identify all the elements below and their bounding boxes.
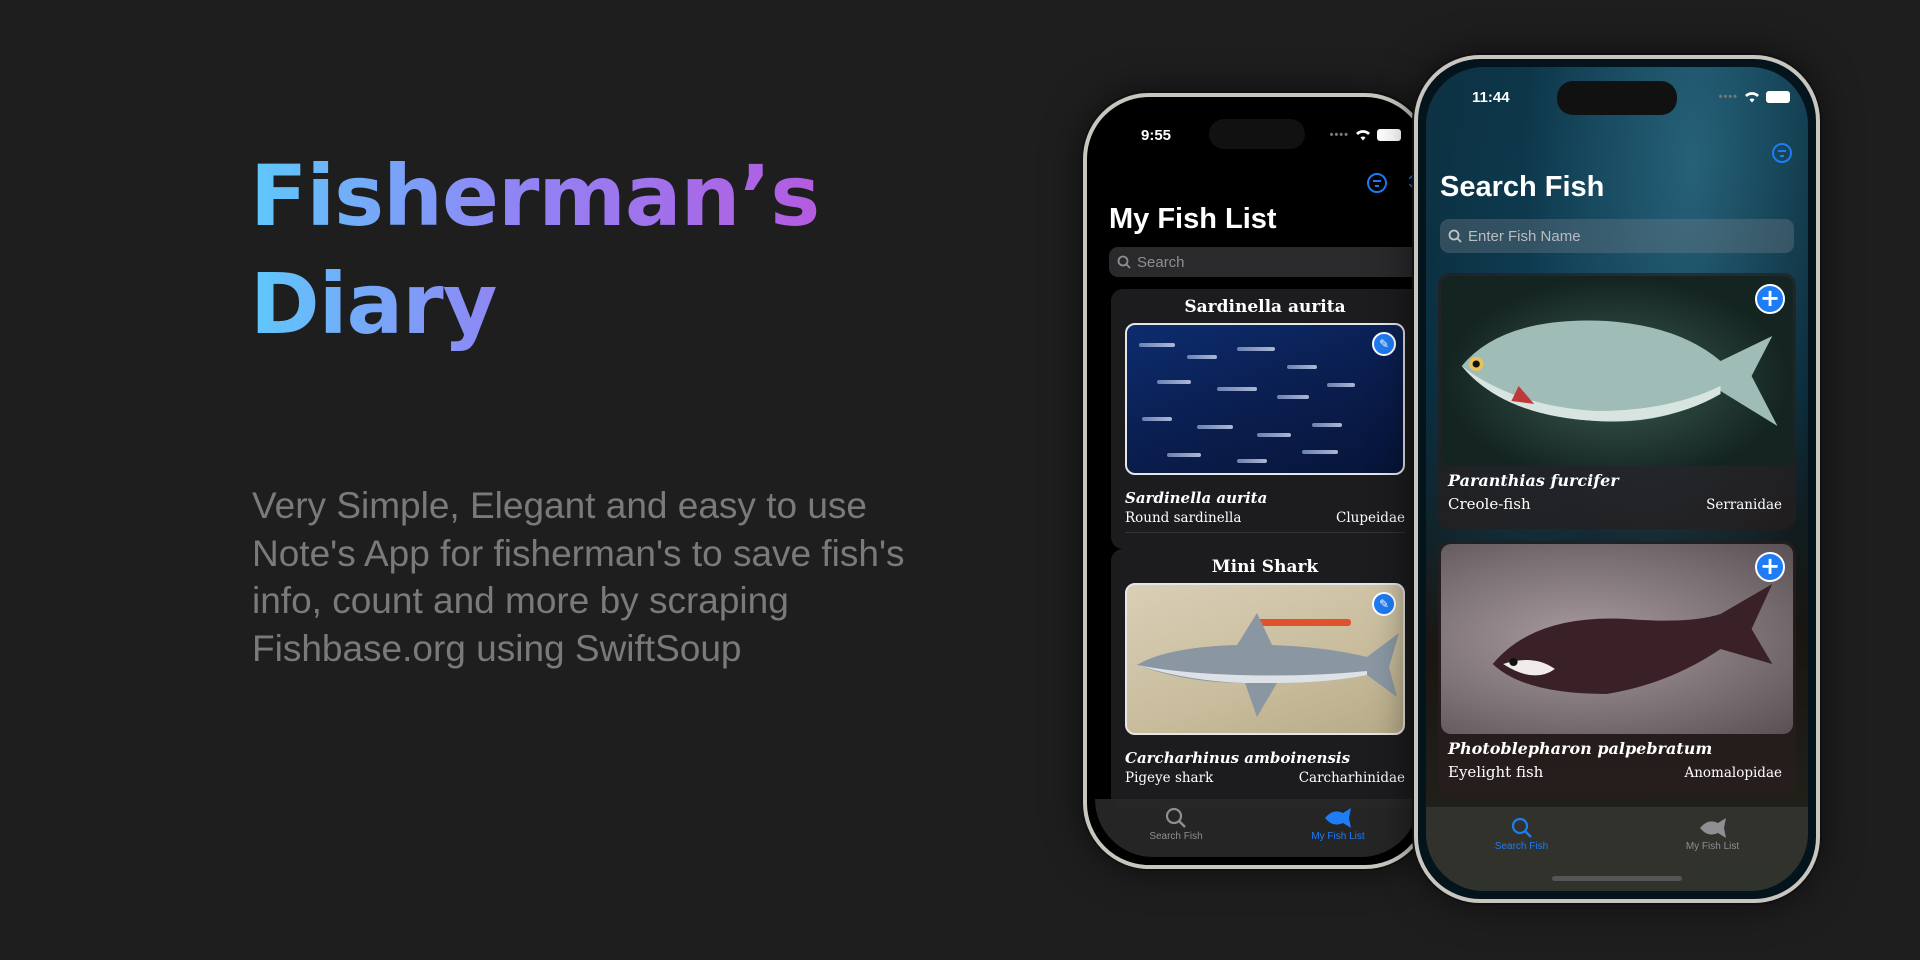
page-title: My Fish List xyxy=(1109,203,1277,235)
scientific-name: Photoblepharon palpebratum xyxy=(1448,739,1713,758)
search-icon xyxy=(1448,229,1462,243)
status-time: 11:44 xyxy=(1472,89,1510,106)
signal-icon: •••• xyxy=(1329,129,1349,141)
nav-actions: ↕ xyxy=(1367,173,1419,193)
search-placeholder: Search xyxy=(1137,253,1185,271)
tab-label: Search Fish xyxy=(1149,831,1203,842)
search-field[interactable]: Search xyxy=(1109,247,1419,277)
family-name: Clupeidae xyxy=(1336,510,1405,526)
magnifier-icon xyxy=(1165,807,1186,828)
tab-bar: Search Fish My Fish List xyxy=(1426,807,1808,891)
status-bar: 11:44 •••• xyxy=(1426,87,1808,111)
filter-icon[interactable] xyxy=(1367,173,1387,193)
card-header: Mini Shark xyxy=(1211,557,1319,577)
list-item[interactable]: Sardinella aurita ✎ Sardinella aurita Ro… xyxy=(1111,289,1419,549)
family-name: Carcharhinidae xyxy=(1298,770,1405,786)
search-result-card[interactable]: + Photoblepharon palpebratum Eyelight fi… xyxy=(1438,541,1796,797)
search-placeholder: Enter Fish Name xyxy=(1468,227,1581,245)
search-icon xyxy=(1117,255,1131,269)
status-bar: 9:55 •••• xyxy=(1095,125,1419,149)
wifi-icon xyxy=(1745,92,1759,103)
status-time: 9:55 xyxy=(1141,127,1172,144)
fish-photo[interactable]: ✎ xyxy=(1125,323,1405,475)
common-name: Creole-fish xyxy=(1448,495,1531,513)
page-title: Search Fish xyxy=(1440,171,1605,203)
scientific-name: Sardinella aurita xyxy=(1125,489,1268,507)
edit-icon[interactable]: ✎ xyxy=(1372,592,1396,616)
hero-title-line1: Fisherman’s xyxy=(250,142,820,250)
fish-photo: + xyxy=(1441,276,1793,466)
scientific-name: Paranthias furcifer xyxy=(1448,471,1619,490)
family-name: Serranidae xyxy=(1706,497,1782,513)
eyelight-fish-image xyxy=(1492,584,1773,694)
search-field[interactable]: Enter Fish Name xyxy=(1440,219,1794,253)
tab-bar: Search Fish My Fish List xyxy=(1095,799,1419,857)
nav-actions xyxy=(1772,143,1792,163)
hero-title-line2: Diary xyxy=(250,250,497,358)
creole-fish-image xyxy=(1461,320,1778,426)
add-icon[interactable]: + xyxy=(1755,552,1785,582)
tab-label: My Fish List xyxy=(1685,841,1740,852)
signal-icon: •••• xyxy=(1718,91,1738,103)
status-icons: •••• xyxy=(1719,91,1790,103)
home-indicator xyxy=(1552,876,1682,881)
common-name: Round sardinella xyxy=(1125,510,1242,526)
search-result-card[interactable]: + Paranthias furcifer Creole-fish Serran… xyxy=(1438,273,1796,529)
tab-label: My Fish List xyxy=(1311,831,1365,842)
fish-icon xyxy=(1699,818,1726,838)
phone-screen: 9:55 •••• ↕ My Fish List Search Sardinel… xyxy=(1095,105,1419,857)
scientific-name: Carcharhinus amboinensis xyxy=(1125,749,1351,767)
phone-search-fish: 11:44 •••• Search Fish Enter Fish Name +… xyxy=(1414,55,1820,903)
fish-meta-row: Round sardinella Clupeidae xyxy=(1125,510,1405,533)
add-icon[interactable]: + xyxy=(1755,284,1785,314)
hero-title: Fisherman’s Diary xyxy=(250,142,820,358)
fish-icon xyxy=(1325,808,1351,828)
fish-photo[interactable]: ✎ xyxy=(1125,583,1405,735)
tab-search-fish[interactable]: Search Fish xyxy=(1095,799,1257,857)
battery-icon xyxy=(1377,129,1401,141)
list-item[interactable]: Mini Shark ✎ Carcharhinus amboinensis Pi… xyxy=(1111,549,1419,809)
common-name: Eyelight fish xyxy=(1448,763,1544,781)
wifi-icon xyxy=(1356,130,1370,141)
magnifier-icon xyxy=(1511,817,1532,838)
fish-meta-row: Pigeye shark Carcharhinidae xyxy=(1125,770,1405,792)
tab-label: Search Fish xyxy=(1494,841,1549,852)
edit-icon[interactable]: ✎ xyxy=(1372,332,1396,356)
hero-subtitle: Very Simple, Elegant and easy to use Not… xyxy=(252,485,905,669)
family-name: Anomalopidae xyxy=(1684,765,1782,781)
battery-icon xyxy=(1766,91,1790,103)
card-header: Sardinella aurita xyxy=(1184,297,1346,317)
shark-image xyxy=(1137,613,1399,717)
phone-screen: 11:44 •••• Search Fish Enter Fish Name +… xyxy=(1426,67,1808,891)
fish-photo: + xyxy=(1441,544,1793,734)
phone-my-fish-list: 9:55 •••• ↕ My Fish List Search Sardinel… xyxy=(1083,93,1431,869)
filter-icon[interactable] xyxy=(1772,143,1792,163)
tab-my-fish-list[interactable]: My Fish List xyxy=(1257,799,1419,857)
common-name: Pigeye shark xyxy=(1125,770,1214,786)
status-icons: •••• xyxy=(1330,129,1401,141)
